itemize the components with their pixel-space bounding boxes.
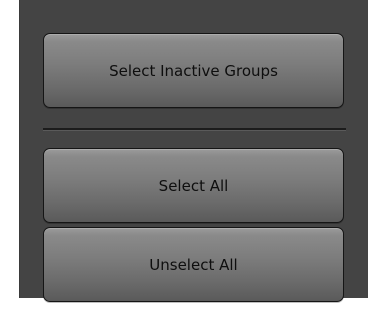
unselect-all-button[interactable]: Unselect All [43,227,344,302]
divider [43,128,346,130]
select-all-button[interactable]: Select All [43,148,344,223]
group-selection-panel: Select Inactive Groups Select All Unsele… [19,0,368,302]
select-inactive-groups-button[interactable]: Select Inactive Groups [43,33,344,108]
